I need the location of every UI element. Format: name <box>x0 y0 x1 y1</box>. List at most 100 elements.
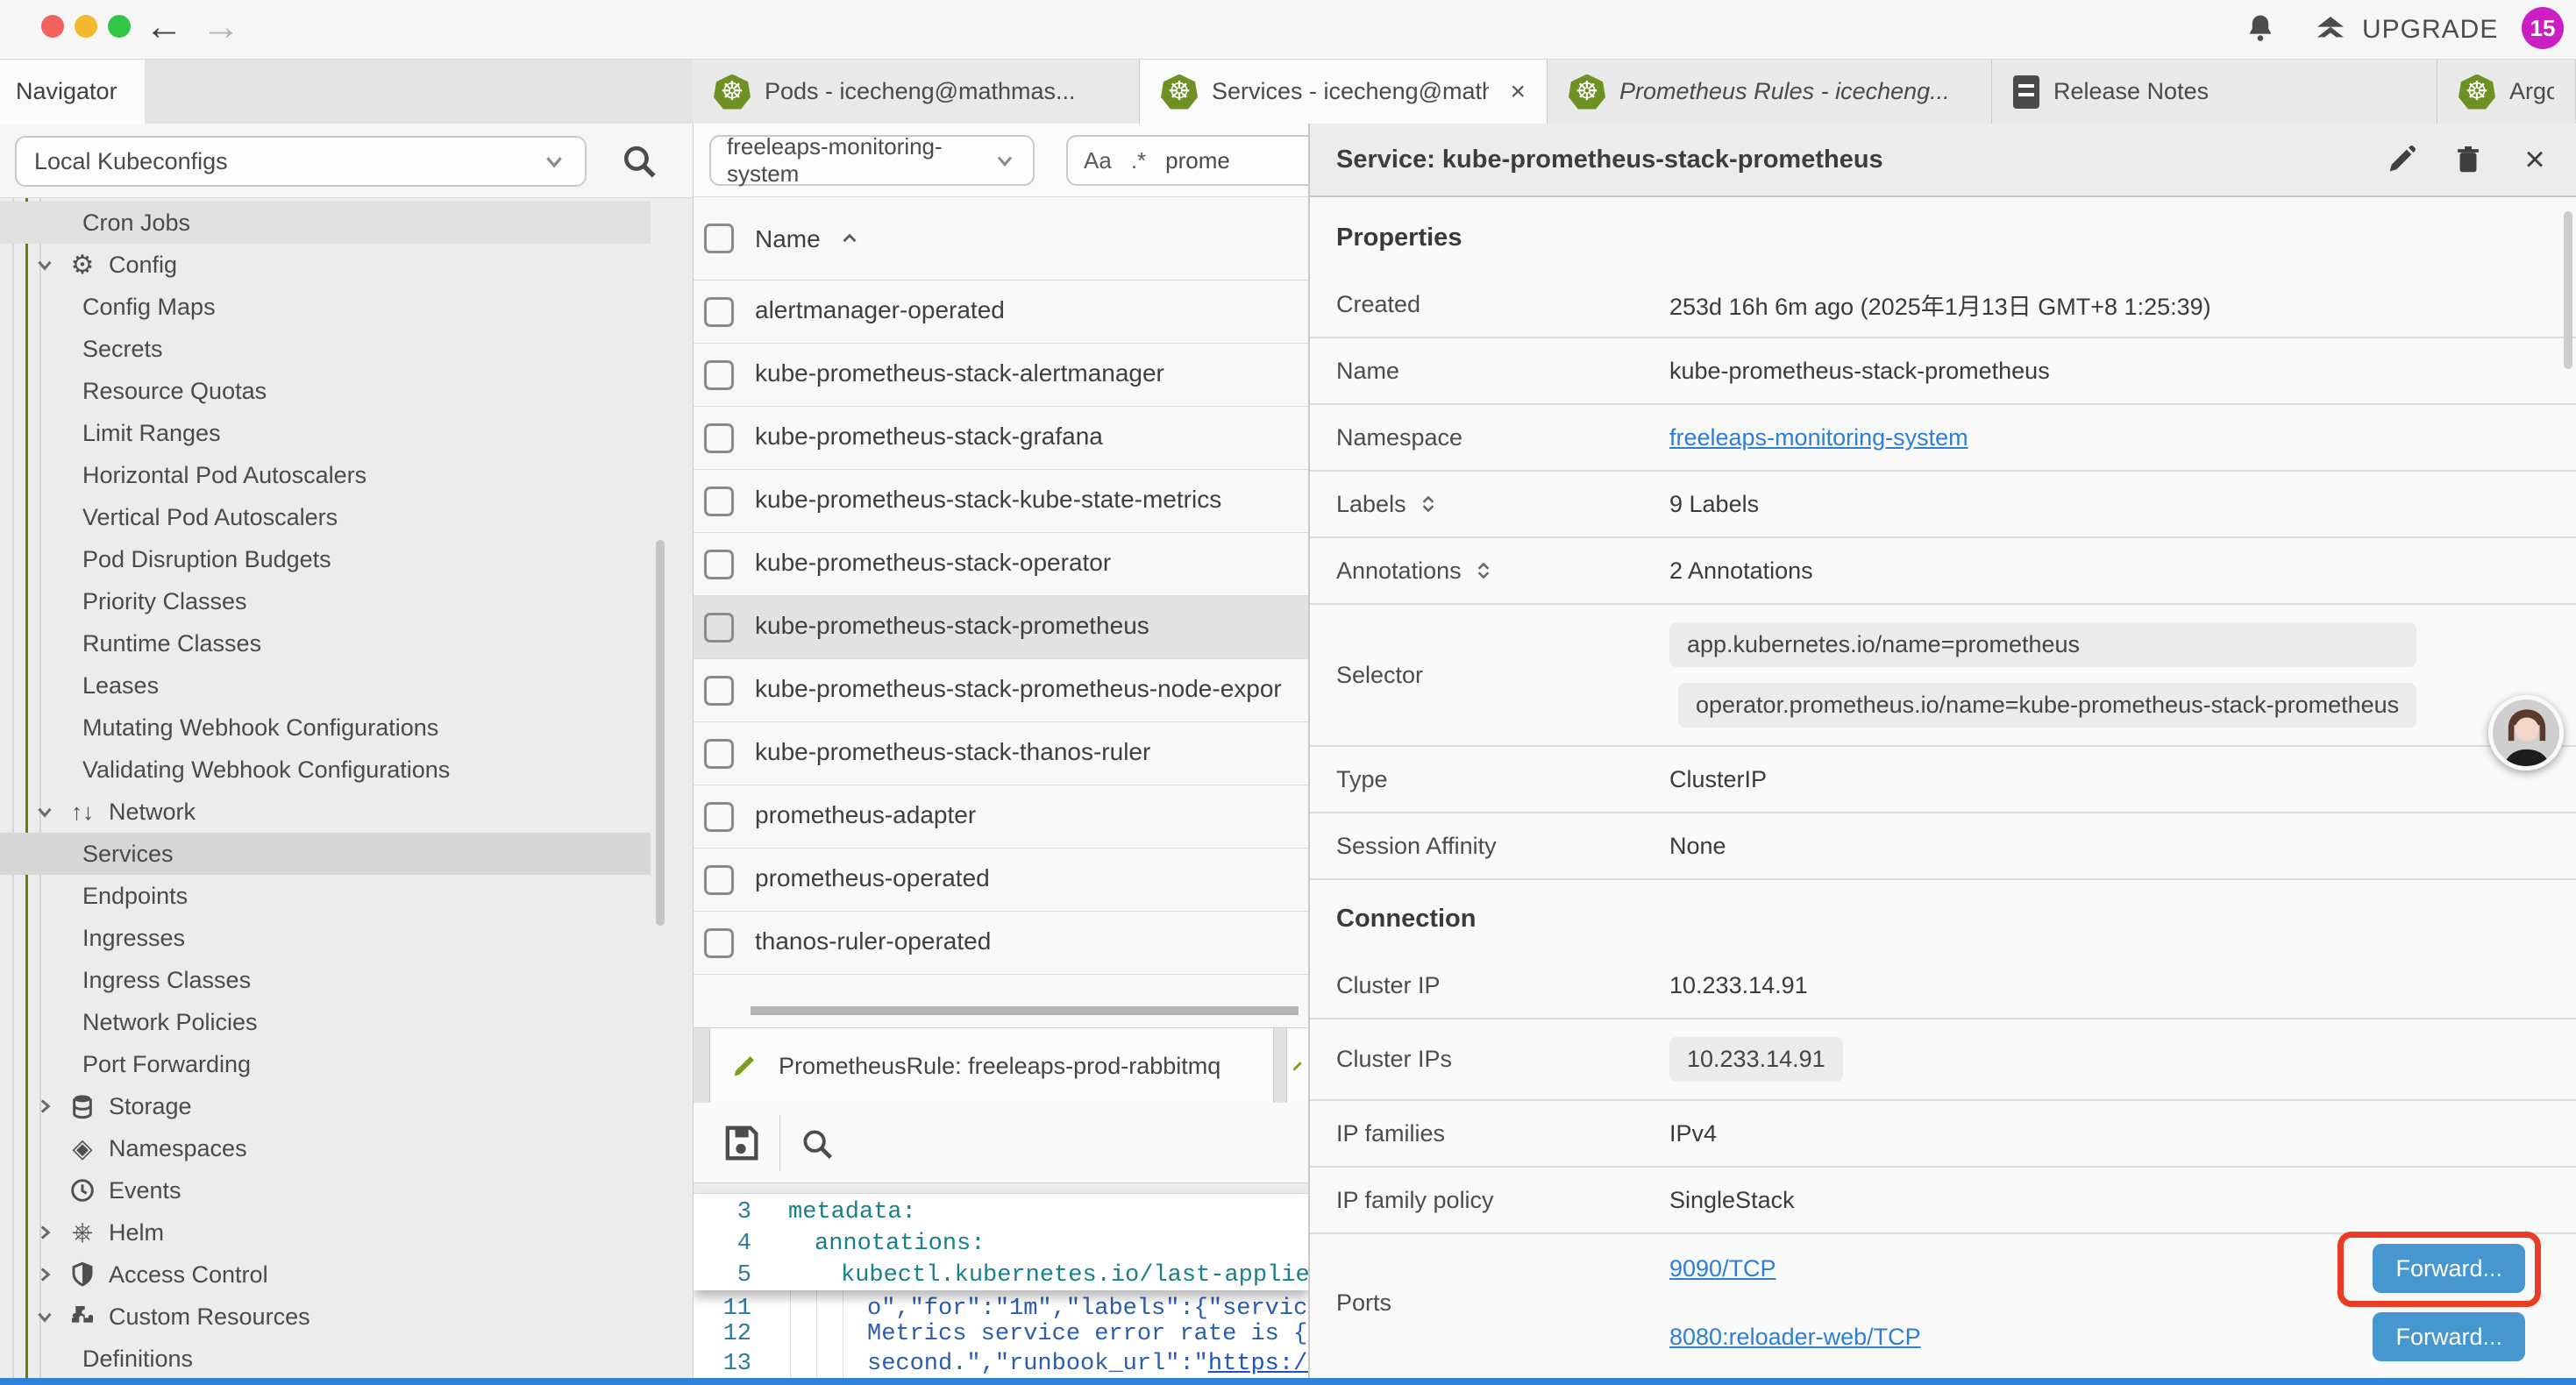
chevron-down-icon[interactable] <box>33 800 56 823</box>
table-row[interactable]: kube-prometheus-stack-thanos-ruler <box>694 722 1308 785</box>
resource-search-input[interactable]: Aa .* prome <box>1066 135 1308 186</box>
sidebar-item-services[interactable]: Services <box>0 833 651 875</box>
row-checkbox[interactable] <box>704 487 734 516</box>
row-checkbox[interactable] <box>704 676 734 706</box>
row-checkbox[interactable] <box>704 802 734 832</box>
chevron-right-icon[interactable] <box>33 1263 56 1286</box>
tab-prometheus-rules-icecheng[interactable]: ☸Prometheus Rules - icecheng... <box>1548 60 1992 124</box>
close-tab-icon[interactable]: × <box>1510 77 1526 107</box>
namespace-link[interactable]: freeleaps-monitoring-system <box>1669 424 1968 451</box>
row-checkbox[interactable] <box>704 360 734 390</box>
match-case-icon[interactable]: Aa <box>1084 147 1112 174</box>
sidebar-item-access-control[interactable]: Access Control <box>0 1254 651 1296</box>
regex-icon[interactable]: .* <box>1131 147 1146 174</box>
sidebar-item-validating-webhook-configurations[interactable]: Validating Webhook Configurations <box>0 749 651 791</box>
upgrade-button[interactable]: UPGRADE <box>2313 11 2498 49</box>
sidebar-item-custom-resources[interactable]: Custom Resources <box>0 1296 651 1338</box>
sidebar-item-leases[interactable]: Leases <box>0 664 651 707</box>
row-checkbox[interactable] <box>704 928 734 958</box>
chevron-right-icon[interactable] <box>33 1221 56 1244</box>
sidebar-item-events[interactable]: Events <box>0 1169 651 1211</box>
tab-argo-se[interactable]: ☸Argo Se <box>2437 60 2576 124</box>
sidebar-item-ingresses[interactable]: Ingresses <box>0 917 651 959</box>
row-checkbox[interactable] <box>704 550 734 579</box>
editor-gap <box>694 1183 1308 1194</box>
sidebar-item-secrets[interactable]: Secrets <box>0 328 651 370</box>
save-icon[interactable] <box>718 1120 764 1166</box>
close-icon[interactable]: × <box>2516 141 2553 178</box>
tab-pods-icecheng-mathmas[interactable]: ☸Pods - icecheng@mathmas... <box>693 60 1140 124</box>
kubeconfig-selector[interactable]: Local Kubeconfigs <box>15 136 587 187</box>
sidebar-item-config[interactable]: ⚙Config <box>0 244 651 286</box>
sidebar-item-cron-jobs[interactable]: Cron Jobs <box>0 202 651 244</box>
close-window-button[interactable] <box>41 15 64 38</box>
table-row[interactable]: prometheus-operated <box>694 849 1308 912</box>
horizontal-scrollbar-thumb[interactable] <box>751 1006 1299 1015</box>
sidebar-item-resource-quotas[interactable]: Resource Quotas <box>0 370 651 412</box>
code-text: annotations: <box>815 1231 985 1257</box>
tab-services-icecheng-math[interactable]: ☸Services - icecheng@math...× <box>1140 60 1548 124</box>
sidebar-item-endpoints[interactable]: Endpoints <box>0 875 651 917</box>
sidebar-item-horizontal-pod-autoscalers[interactable]: Horizontal Pod Autoscalers <box>0 454 651 496</box>
sidebar-item-vertical-pod-autoscalers[interactable]: Vertical Pod Autoscalers <box>0 496 651 538</box>
sidebar-item-limit-ranges[interactable]: Limit Ranges <box>0 412 651 454</box>
yaml-editor[interactable]: 11o","for":"1m","labels":{"service":"12M… <box>694 1194 1308 1378</box>
port-link[interactable]: 8080:reloader-web/TCP <box>1669 1324 1921 1351</box>
select-all-checkbox[interactable] <box>704 224 734 253</box>
table-row[interactable]: kube-prometheus-stack-grafana <box>694 407 1308 470</box>
chevron-down-icon[interactable] <box>33 253 56 276</box>
sidebar-item-network-policies[interactable]: Network Policies <box>0 1001 651 1043</box>
edit-pencil-icon[interactable] <box>2383 141 2420 178</box>
editor-search-icon[interactable] <box>797 1124 837 1164</box>
table-row[interactable]: kube-prometheus-stack-alertmanager <box>694 344 1308 407</box>
column-header-name[interactable]: Name <box>755 225 861 253</box>
editor-tab-partial[interactable] <box>1286 1028 1308 1104</box>
sidebar-item-network[interactable]: ↑↓Network <box>0 791 651 833</box>
table-row[interactable]: kube-prometheus-stack-prometheus-node-ex… <box>694 659 1308 722</box>
chevron-right-icon[interactable] <box>33 1095 56 1118</box>
delete-trash-icon[interactable] <box>2450 141 2487 178</box>
chevron-down-icon[interactable] <box>33 1305 56 1328</box>
sidebar-item-helm[interactable]: ⎈Helm <box>0 1211 651 1254</box>
notification-count-badge[interactable]: 15 <box>2522 7 2564 49</box>
sidebar-item-storage[interactable]: Storage <box>0 1085 651 1127</box>
sidebar-scrollbar[interactable] <box>656 540 665 926</box>
zoom-window-button[interactable] <box>108 15 131 38</box>
detail-scrollbar[interactable] <box>2564 211 2572 369</box>
table-row[interactable]: kube-prometheus-stack-kube-state-metrics <box>694 470 1308 533</box>
table-row[interactable]: kube-prometheus-stack-operator <box>694 533 1308 596</box>
forward-button[interactable]: Forward... <box>2373 1244 2525 1293</box>
sidebar-item-runtime-classes[interactable]: Runtime Classes <box>0 622 651 664</box>
sidebar-search-icon[interactable] <box>617 139 661 183</box>
row-checkbox[interactable] <box>704 423 734 453</box>
sidebar-item-definitions[interactable]: Definitions <box>0 1338 651 1378</box>
forward-arrow-icon[interactable]: → <box>202 5 240 49</box>
row-checkbox[interactable] <box>704 739 734 769</box>
sidebar-item-pod-disruption-budgets[interactable]: Pod Disruption Budgets <box>0 538 651 580</box>
forward-button[interactable]: Forward... <box>2373 1312 2525 1361</box>
row-checkbox[interactable] <box>704 297 734 327</box>
sidebar-item-priority-classes[interactable]: Priority Classes <box>0 580 651 622</box>
row-checkbox[interactable] <box>704 613 734 643</box>
sidebar-item-config-maps[interactable]: Config Maps <box>0 286 651 328</box>
sidebar-item-ingress-classes[interactable]: Ingress Classes <box>0 959 651 1001</box>
sidebar-item-mutating-webhook-configurations[interactable]: Mutating Webhook Configurations <box>0 707 651 749</box>
minimize-window-button[interactable] <box>75 15 97 38</box>
sidebar-item-namespaces[interactable]: ◈Namespaces <box>0 1127 651 1169</box>
editor-tab-prometheusrule[interactable]: PrometheusRule: freeleaps-prod-rabbitmq <box>709 1028 1274 1104</box>
notifications-bell-icon[interactable] <box>2241 11 2280 49</box>
back-arrow-icon[interactable]: ← <box>145 5 183 49</box>
sidebar-item-port-forwarding[interactable]: Port Forwarding <box>0 1043 651 1085</box>
user-avatar[interactable] <box>2488 695 2564 771</box>
table-row[interactable]: thanos-ruler-operated <box>694 912 1308 975</box>
table-row[interactable]: prometheus-adapter <box>694 785 1308 849</box>
table-row[interactable]: alertmanager-operated <box>694 281 1308 344</box>
port-link[interactable]: 9090/TCP <box>1669 1255 1776 1282</box>
tab-release-notes[interactable]: Release Notes <box>1992 60 2437 124</box>
tab-navigator[interactable]: Navigator <box>0 60 145 124</box>
code-line: 5kubectl.kubernetes.io/last-applied-con <box>694 1262 1308 1294</box>
namespace-filter-dropdown[interactable]: freeleaps-monitoring-system <box>709 135 1035 186</box>
horizontal-scrollbar[interactable] <box>694 1005 1308 1017</box>
row-checkbox[interactable] <box>704 865 734 895</box>
table-row[interactable]: kube-prometheus-stack-prometheus <box>694 596 1308 659</box>
